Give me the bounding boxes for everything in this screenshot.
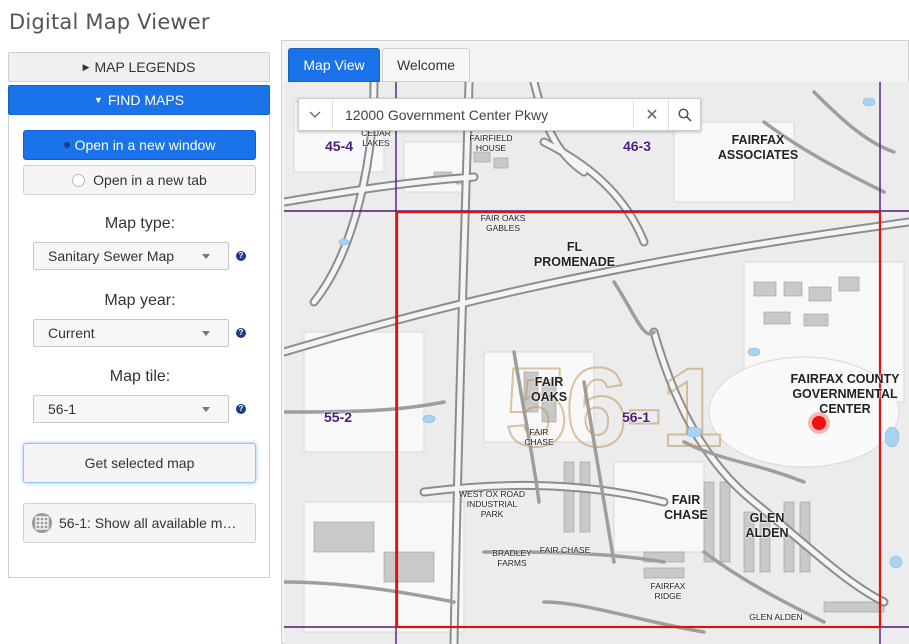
tile-label-56-1: 56-1 [622,409,651,425]
place-label: CEDAR LAKES [361,128,391,148]
location-marker[interactable] [808,412,830,434]
place-label: FAIR CHASE [539,545,591,555]
open-new-tab-label: Open in a new tab [93,172,207,188]
map-year-help-icon[interactable]: ? [236,328,246,338]
map-type-value: Sanitary Sewer Map [48,248,175,264]
caret-down-icon: ▼ [93,95,103,105]
place-label: GLEN ALDEN [745,511,789,540]
tab-welcome[interactable]: Welcome [382,48,470,82]
search-icon [678,107,692,122]
search-button[interactable] [668,99,701,130]
app-title: Digital Map Viewer [9,10,210,34]
radio-unselected-icon [72,173,86,187]
search-input[interactable] [332,100,634,129]
place-label: FAIRFIELD HOUSE [469,133,513,153]
tile-label-46-3: 46-3 [623,138,652,154]
get-selected-map-button[interactable]: Get selected map [23,443,256,483]
grid-icon [32,513,52,533]
clear-search-button[interactable]: ✕ [637,99,667,130]
search-options-toggle[interactable] [299,99,331,130]
place-label: FL PROMENADE [533,240,616,269]
find-maps-panel: Open in a new window Open in a new tab M… [8,115,270,578]
place-label: FAIR OAKS GABLES [480,213,526,233]
open-new-window-label: Open in a new window [74,137,216,153]
tile-label-45-4: 45-4 [325,138,354,154]
map-type-select[interactable]: Sanitary Sewer Map [33,242,229,270]
dropdown-arrow-icon [202,331,210,336]
dropdown-arrow-icon [202,254,210,259]
map-tile-value: 56-1 [48,401,77,417]
place-label: FAIR OAKS [530,375,568,404]
map-legends-header[interactable]: ▶ MAP LEGENDS [8,52,270,82]
open-new-window-radio[interactable]: Open in a new window [23,130,256,160]
map-type-help-icon[interactable]: ? [236,251,246,261]
place-label: GLEN ALDEN [749,612,803,622]
place-label: FAIR CHASE [524,427,554,447]
tile-label-55-2: 55-2 [324,409,353,425]
map-legends-label: MAP LEGENDS [94,59,196,75]
map-search-box: ✕ [298,98,701,131]
close-icon: ✕ [645,106,659,124]
show-all-maps-label: 56-1: Show all available maps [59,515,244,531]
show-all-maps-button[interactable]: 56-1: Show all available maps [23,503,256,543]
map-tile-label: Map tile: [109,368,171,385]
place-label: FAIR CHASE [664,493,708,522]
map-tile-help-icon[interactable]: ? [236,404,246,414]
find-maps-label: FIND MAPS [107,92,185,108]
map-year-select[interactable]: Current [33,319,229,347]
place-label: WEST OX ROAD INDUSTRIAL PARK [459,489,525,519]
map-year-label: Map year: [104,292,176,309]
map-year-value: Current [48,325,95,341]
place-label: FAIRFAX RIDGE [650,581,686,601]
place-label: BRADLEY FARMS [492,548,532,568]
caret-right-icon: ▶ [82,61,90,72]
tab-map-view[interactable]: Map View [288,48,380,82]
place-label: FAIRFAX COUNTY GOVERNMENTAL CENTER [790,372,900,416]
tile-watermark: 56-1 [504,345,724,470]
dropdown-arrow-icon [202,407,210,412]
radio-selected-icon [63,142,70,148]
find-maps-header[interactable]: ▼ FIND MAPS [8,85,270,115]
open-new-tab-radio[interactable]: Open in a new tab [23,165,256,195]
map-type-label: Map type: [104,215,176,232]
map-tile-select[interactable]: 56-1 [33,395,229,423]
place-label: FAIRFAX ASSOCIATES [717,133,799,162]
chevron-down-icon [309,111,321,118]
